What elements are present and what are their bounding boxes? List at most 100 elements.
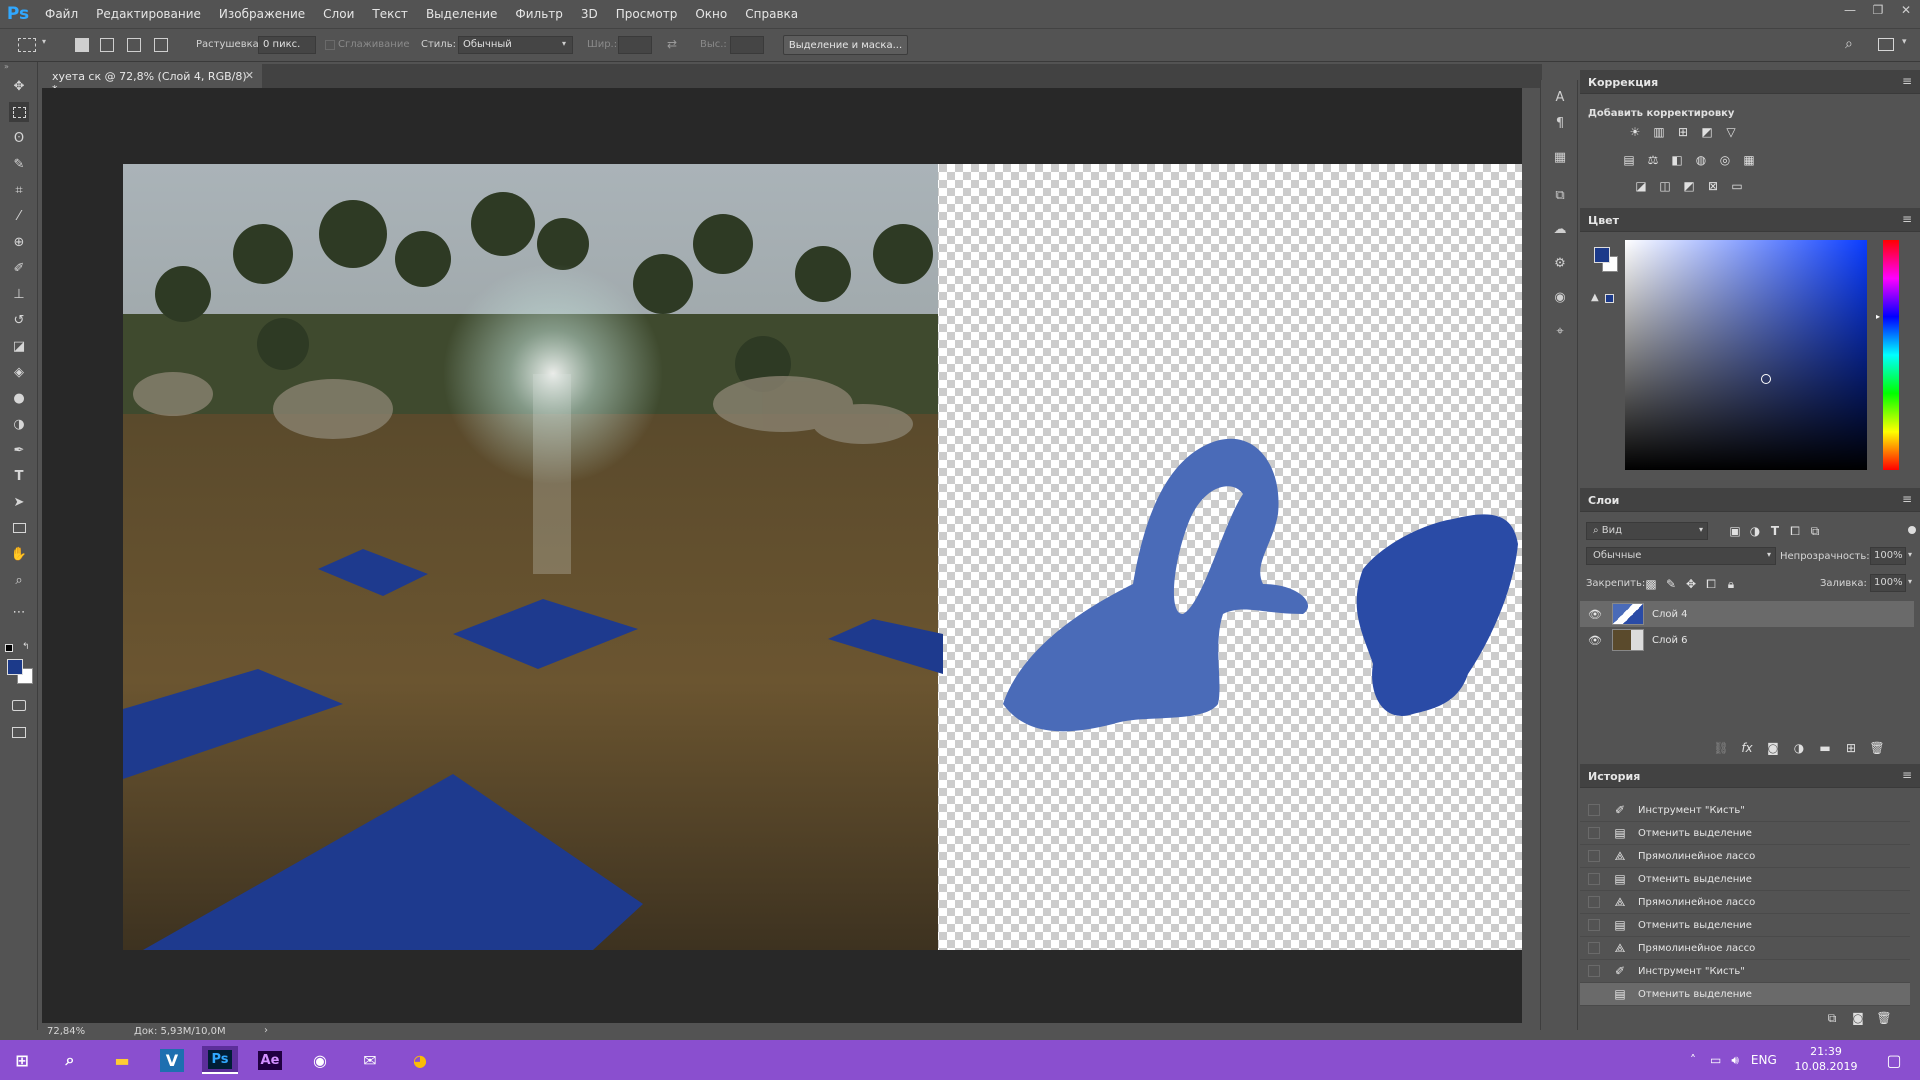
link-layers-icon[interactable]: ⛓: [1712, 740, 1730, 756]
messenger-icon[interactable]: ✉: [352, 1046, 388, 1074]
menu-layers[interactable]: Слои: [314, 0, 363, 28]
filter-toggle[interactable]: [1908, 526, 1916, 534]
delete-state-icon[interactable]: 🗑︎: [1875, 1010, 1893, 1026]
photo-filter-icon[interactable]: ◍: [1692, 152, 1710, 168]
menu-image[interactable]: Изображение: [210, 0, 314, 28]
dodge-tool-icon[interactable]: ◑: [9, 414, 29, 434]
history-item[interactable]: ✐ Инструмент "Кисть": [1580, 960, 1910, 983]
swap-colors-icon[interactable]: ↰: [22, 642, 30, 652]
quick-select-tool-icon[interactable]: ✎: [9, 154, 29, 174]
panel-menu-icon[interactable]: ≡: [1902, 212, 1912, 226]
lock-position-icon[interactable]: ✥: [1682, 576, 1700, 592]
chevron-up-icon[interactable]: ˄: [1690, 1053, 1696, 1067]
app-v-icon[interactable]: V: [154, 1046, 190, 1074]
volume-icon[interactable]: 🔊︎: [1731, 1053, 1739, 1068]
layer-name[interactable]: Слой 6: [1652, 635, 1688, 646]
menu-filter[interactable]: Фильтр: [506, 0, 571, 28]
properties-panel-icon[interactable]: ⚙: [1551, 254, 1569, 272]
lock-paint-icon[interactable]: ✎: [1662, 576, 1680, 592]
menu-file[interactable]: Файл: [36, 0, 87, 28]
selective-color-icon[interactable]: ⊠: [1704, 178, 1722, 194]
search-icon[interactable]: ⌕: [52, 1046, 88, 1074]
brush-tool-icon[interactable]: ✐: [9, 258, 29, 278]
posterize-icon[interactable]: ◫: [1656, 178, 1674, 194]
gradient-map-icon[interactable]: ▭: [1728, 178, 1746, 194]
adjustments-panel-header[interactable]: Коррекция ≡: [1580, 70, 1920, 94]
fill-input[interactable]: 100%: [1870, 574, 1906, 592]
foreground-color-swatch[interactable]: [1594, 247, 1610, 263]
filter-smart-object-icon[interactable]: ⧉: [1806, 523, 1824, 539]
menu-window[interactable]: Окно: [686, 0, 736, 28]
collapse-arrows-icon[interactable]: »: [4, 62, 9, 71]
panel-menu-icon[interactable]: ≡: [1902, 74, 1912, 88]
new-document-from-state-icon[interactable]: ⧉: [1823, 1010, 1841, 1026]
blend-mode-select[interactable]: Обычные ▾: [1586, 547, 1776, 565]
new-layer-icon[interactable]: ⊞: [1842, 740, 1860, 756]
chrome-icon[interactable]: ◕: [402, 1046, 438, 1074]
history-item[interactable]: ▤ Отменить выделение: [1580, 868, 1910, 891]
marquee-tool-icon[interactable]: [9, 102, 29, 122]
history-snapshot-checkbox[interactable]: [1588, 942, 1600, 954]
threshold-icon[interactable]: ◩: [1680, 178, 1698, 194]
stamp-tool-icon[interactable]: ⊥: [9, 284, 29, 304]
zoom-tool-icon[interactable]: ⌕: [9, 570, 29, 590]
eraser-tool-icon[interactable]: ◪: [9, 336, 29, 356]
antialias-checkbox[interactable]: [325, 40, 335, 50]
language-indicator[interactable]: ENG: [1751, 1053, 1777, 1067]
history-snapshot-checkbox[interactable]: [1588, 919, 1600, 931]
workspace-icon[interactable]: [1878, 38, 1894, 51]
history-snapshot-checkbox[interactable]: [1588, 965, 1600, 977]
history-snapshot-checkbox[interactable]: [1588, 804, 1600, 816]
history-snapshot-checkbox[interactable]: [1588, 827, 1600, 839]
hue-slider[interactable]: [1883, 240, 1899, 470]
quick-mask-icon[interactable]: [9, 695, 29, 715]
close-icon[interactable]: ✕: [1892, 0, 1920, 20]
history-snapshot-checkbox[interactable]: [1588, 896, 1600, 908]
new-group-icon[interactable]: ▬: [1816, 740, 1834, 756]
menu-view[interactable]: Просмотр: [607, 0, 687, 28]
panel-menu-icon[interactable]: ≡: [1902, 768, 1912, 782]
history-item[interactable]: ⟁ Прямолинейное лассо: [1580, 845, 1910, 868]
feather-input[interactable]: 0 пикс.: [258, 36, 316, 54]
character-panel-icon[interactable]: A: [1551, 88, 1569, 106]
history-panel-header[interactable]: История ≡: [1580, 764, 1920, 788]
foreground-color-swatch[interactable]: [7, 659, 23, 675]
restore-icon[interactable]: ❐: [1864, 0, 1892, 20]
delete-layer-icon[interactable]: 🗑︎: [1868, 740, 1886, 756]
channel-mixer-icon[interactable]: ◎: [1716, 152, 1734, 168]
document-info[interactable]: Док: 5,93M/10,0M: [134, 1026, 226, 1037]
zoom-level[interactable]: 72,84%: [47, 1026, 85, 1037]
menu-select[interactable]: Выделение: [417, 0, 506, 28]
photoshop-taskbar-icon[interactable]: Ps: [202, 1046, 238, 1074]
layer-row[interactable]: 👁︎ Слой 6: [1580, 627, 1914, 653]
screen-mode-icon[interactable]: [9, 722, 29, 742]
paths-panel-icon[interactable]: ⌖: [1551, 322, 1569, 340]
clock[interactable]: 21:39 10.08.2019: [1790, 1044, 1862, 1074]
after-effects-icon[interactable]: Ae: [252, 1046, 288, 1074]
marquee-tool-preset-icon[interactable]: [18, 38, 36, 52]
color-panel-header[interactable]: Цвет ≡: [1580, 208, 1920, 232]
visibility-eye-icon[interactable]: 👁︎: [1588, 634, 1606, 647]
eyedropper-tool-icon[interactable]: ⁄: [9, 206, 29, 226]
new-adjustment-layer-icon[interactable]: ◑: [1790, 740, 1808, 756]
brightness-icon[interactable]: ☀: [1626, 124, 1644, 140]
history-snapshot-checkbox[interactable]: [1588, 873, 1600, 885]
height-input[interactable]: [730, 36, 764, 54]
intersect-selection-icon[interactable]: [154, 38, 168, 52]
healing-brush-tool-icon[interactable]: ⊕: [9, 232, 29, 252]
document-tab[interactable]: хуета ск @ 72,8% (Слой 4, RGB/8) * ✕: [42, 64, 262, 96]
chevron-down-icon[interactable]: ▾: [1908, 577, 1912, 586]
new-snapshot-icon[interactable]: ◙: [1849, 1010, 1867, 1026]
history-item[interactable]: ✐ Инструмент "Кисть": [1580, 799, 1910, 822]
chevron-down-icon[interactable]: ▾: [1908, 550, 1912, 559]
libraries-panel-icon[interactable]: ☁: [1551, 220, 1569, 238]
chevron-right-icon[interactable]: ›: [264, 1025, 268, 1036]
close-tab-icon[interactable]: ✕: [245, 69, 254, 82]
history-item[interactable]: ▤ Отменить выделение: [1580, 983, 1910, 1006]
channels-panel-icon[interactable]: ◉: [1551, 288, 1569, 306]
path-select-tool-icon[interactable]: ➤: [9, 492, 29, 512]
color-picker-field[interactable]: [1625, 240, 1867, 470]
levels-icon[interactable]: ▥: [1650, 124, 1668, 140]
lasso-tool-icon[interactable]: ʘ: [9, 128, 29, 148]
history-snapshot-checkbox[interactable]: [1588, 850, 1600, 862]
